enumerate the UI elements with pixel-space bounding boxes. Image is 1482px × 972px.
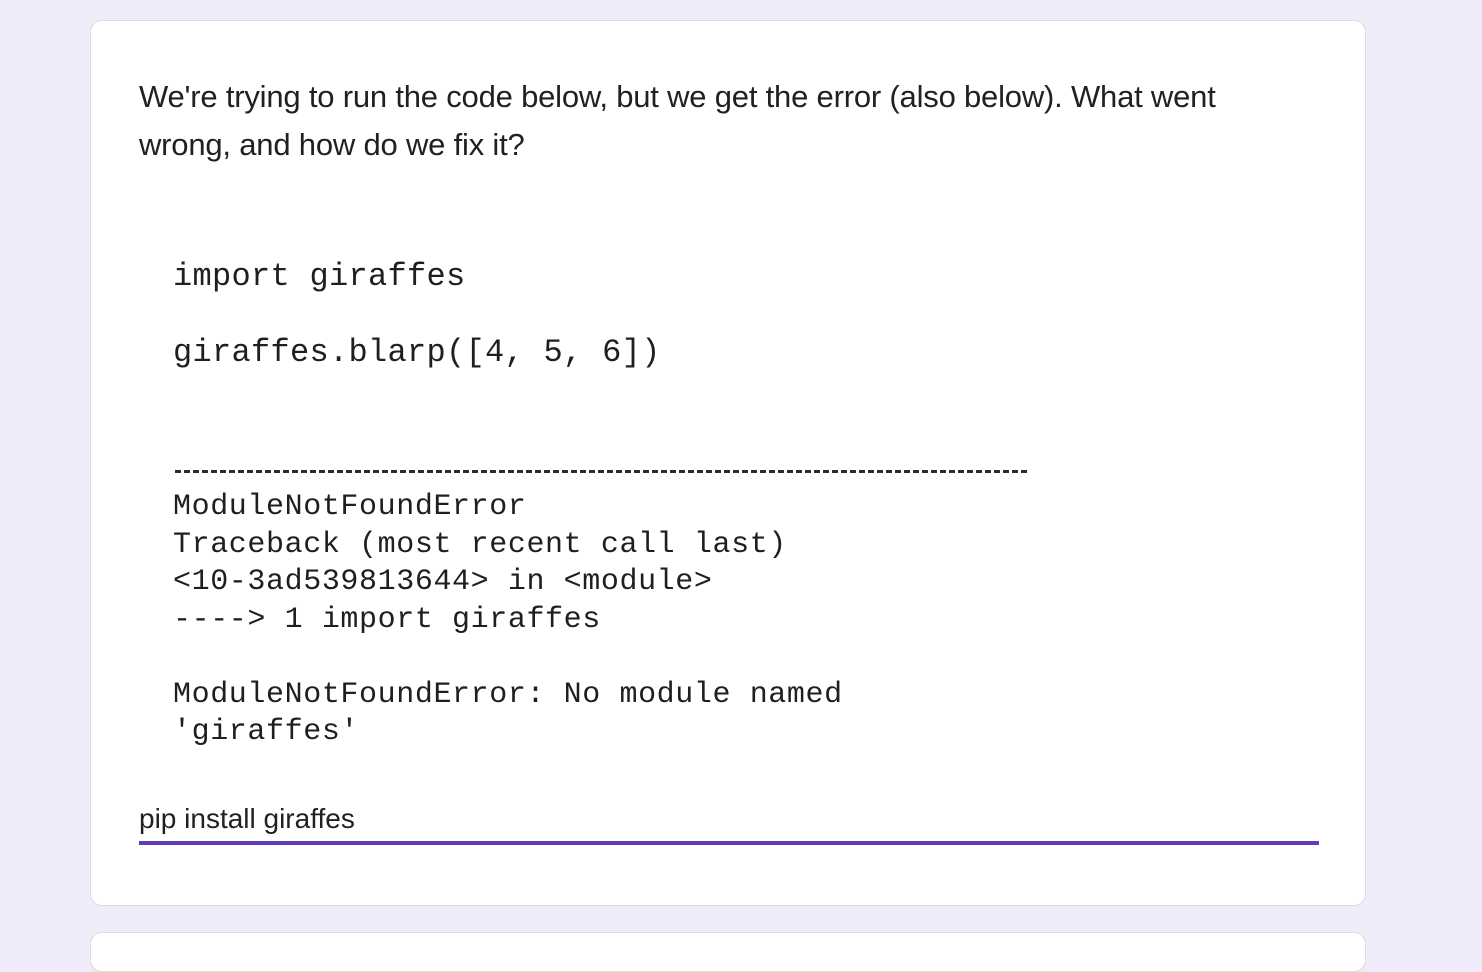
- code-line: <10-3ad539813644> in <module>: [173, 565, 713, 599]
- question-card: We're trying to run the code below, but …: [90, 20, 1366, 906]
- question-title: We're trying to run the code below, but …: [139, 79, 1216, 162]
- code-line: ModuleNotFoundError: No module named: [173, 678, 843, 712]
- code-line: Traceback (most recent call last): [173, 528, 787, 562]
- code-line: ModuleNotFoundError: [173, 490, 527, 524]
- traceback-divider: [175, 470, 1027, 473]
- code-line: ----> 1 import giraffes: [173, 603, 601, 637]
- answer-underline: [139, 841, 1319, 845]
- next-question-card: [90, 932, 1366, 972]
- code-screenshot-image: import giraffes giraffes.blarp([4, 5, 6]…: [173, 236, 1073, 756]
- short-answer-input[interactable]: [139, 797, 1319, 841]
- code-line: 'giraffes': [173, 715, 360, 749]
- code-line: import giraffes: [173, 258, 466, 295]
- answer-field[interactable]: [139, 797, 1319, 847]
- code-line: giraffes.blarp([4, 5, 6]): [173, 334, 661, 371]
